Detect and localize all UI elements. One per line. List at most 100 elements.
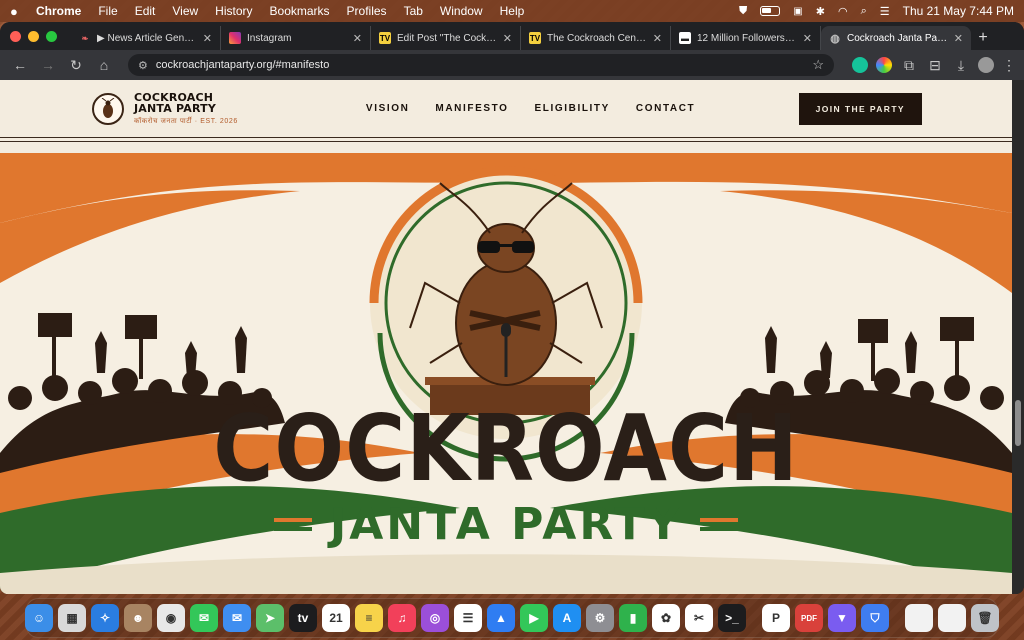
safari-icon[interactable]: ✧ — [91, 604, 119, 632]
vpn-status-icon[interactable]: ⛊ — [739, 5, 747, 18]
tab-close-icon[interactable]: ✕ — [203, 32, 212, 45]
tab-close-icon[interactable]: ✕ — [653, 32, 662, 45]
battery-icon[interactable] — [760, 6, 781, 16]
menu-help[interactable]: Help — [500, 4, 525, 18]
podcasts-icon[interactable]: ◎ — [421, 604, 449, 632]
document-icon[interactable] — [905, 604, 933, 632]
minimize-window-button[interactable] — [28, 30, 39, 42]
back-button[interactable]: ← — [8, 53, 32, 77]
menu-file[interactable]: File — [98, 4, 117, 18]
site-logo[interactable]: COCKROACH JANTA PARTY कॉकरोच जनता पार्टी… — [134, 92, 238, 126]
document-2-icon[interactable] — [938, 604, 966, 632]
home-button[interactable]: ⌂ — [92, 53, 116, 77]
tab-edit-post[interactable]: TV Edit Post "The Cockroach ✕ — [371, 26, 521, 50]
nav-eligibility[interactable]: ELIGIBILITY — [535, 103, 610, 114]
pages-icon[interactable]: P — [762, 604, 790, 632]
tricolor-stripes-left — [273, 518, 312, 531]
menu-profiles[interactable]: Profiles — [347, 4, 387, 18]
tab-label: ▶ News Article Generator — [97, 32, 197, 44]
new-tab-button[interactable]: + — [971, 26, 995, 50]
color-extension-icon[interactable] — [876, 57, 892, 73]
system-settings-icon[interactable]: ⚙ — [586, 604, 614, 632]
tab-close-icon[interactable]: ✕ — [503, 32, 512, 45]
screen-icon[interactable]: ▣ — [793, 6, 802, 17]
tab-cockroach-censor[interactable]: TV The Cockroach Censor: W ✕ — [521, 26, 671, 50]
notes-icon[interactable]: ≡ — [355, 604, 383, 632]
cockroach-logo-icon[interactable] — [92, 92, 124, 125]
chrome-window: ❧ ▶ News Article Generator ✕ Instagram ✕… — [0, 22, 1024, 594]
app-store-icon[interactable]: A — [553, 604, 581, 632]
extensions-puzzle-icon[interactable]: ⧉ — [900, 53, 918, 77]
apple-menu-icon[interactable]: ● — [10, 4, 24, 19]
hero-title: COCKROACH — [213, 396, 799, 503]
tab-favicon-icon: TV — [529, 32, 541, 44]
profile-avatar[interactable] — [978, 57, 994, 73]
page-scrollbar[interactable] — [1012, 80, 1024, 594]
keynote-icon[interactable]: ▲ — [487, 604, 515, 632]
spotlight-search-icon[interactable]: ⌕ — [861, 5, 867, 18]
tab-news-article-generator[interactable]: ❧ ▶ News Article Generator ✕ — [71, 26, 221, 50]
control-center-icon[interactable]: ☰ — [880, 5, 890, 18]
vpn-app-icon[interactable]: ▼ — [828, 604, 856, 632]
photos-icon[interactable]: ✿ — [652, 604, 680, 632]
bluetooth-icon[interactable]: ✱ — [816, 5, 825, 18]
shield-app-icon[interactable]: ⛉ — [861, 604, 889, 632]
mail-icon[interactable]: ✉ — [223, 604, 251, 632]
messages-icon[interactable]: ✉ — [190, 604, 218, 632]
reload-button[interactable]: ↻ — [64, 53, 88, 77]
bookmark-star-icon[interactable]: ☆ — [812, 57, 824, 73]
contacts-icon[interactable]: ☻ — [124, 604, 152, 632]
finder-icon[interactable]: ☺ — [25, 604, 53, 632]
reminders-icon[interactable]: ☰ — [454, 604, 482, 632]
menubar-clock[interactable]: Thu 21 May 7:44 PM — [903, 4, 1014, 18]
tv-icon[interactable]: tv — [289, 604, 317, 632]
launchpad-icon[interactable]: ▦ — [58, 604, 86, 632]
site-info-icon[interactable]: ⚙ — [138, 59, 148, 72]
grammarly-extension-icon[interactable] — [852, 57, 868, 73]
menu-window[interactable]: Window — [440, 4, 483, 18]
tab-label: The Cockroach Censor: W — [547, 32, 647, 44]
tab-search-icon[interactable]: ⊟ — [926, 53, 944, 77]
close-window-button[interactable] — [10, 30, 21, 42]
menu-view[interactable]: View — [172, 4, 198, 18]
terminal-icon[interactable]: >_ — [718, 604, 746, 632]
logo-subtitle: कॉकरोच जनता पार्टी · EST. 2026 — [134, 117, 238, 125]
tab-close-icon[interactable]: ✕ — [353, 32, 362, 45]
menu-history[interactable]: History — [215, 4, 252, 18]
forward-button[interactable]: → — [36, 53, 60, 77]
address-bar-url[interactable]: cockroachjantaparty.org/#manifesto — [156, 59, 812, 71]
nav-vision[interactable]: VISION — [366, 103, 410, 114]
pdf-app-icon[interactable]: PDF — [795, 604, 823, 632]
menu-edit[interactable]: Edit — [135, 4, 156, 18]
menu-bookmarks[interactable]: Bookmarks — [270, 4, 330, 18]
menu-app-name[interactable]: Chrome — [36, 4, 81, 18]
menu-tab[interactable]: Tab — [404, 4, 423, 18]
tab-cockroach-janta-party[interactable]: ◍ Cockroach Janta Party – ✕ — [821, 26, 971, 50]
hero-subtitle: JANTA PARTY — [329, 499, 683, 550]
chrome-icon[interactable]: ◉ — [157, 604, 185, 632]
tab-12-million-followers[interactable]: ▬ 12 Million Followers in 4 ✕ — [671, 26, 821, 50]
mac-menubar: ● Chrome File Edit View History Bookmark… — [0, 0, 1024, 22]
music-icon[interactable]: ♫ — [388, 604, 416, 632]
scrollbar-thumb[interactable] — [1015, 400, 1021, 446]
nav-manifesto[interactable]: MANIFESTO — [435, 103, 508, 114]
address-bar[interactable]: ⚙ cockroachjantaparty.org/#manifesto ☆ — [128, 54, 834, 76]
trash-icon[interactable]: 🗑 — [971, 604, 999, 632]
tab-label: Edit Post "The Cockroach — [397, 32, 497, 44]
numbers-icon[interactable]: ▮ — [619, 604, 647, 632]
facetime-icon[interactable]: ▶ — [520, 604, 548, 632]
maps-icon[interactable]: ➤ — [256, 604, 284, 632]
site-nav: VISION MANIFESTO ELIGIBILITY CONTACT — [366, 103, 695, 114]
extension-icons: ⧉ ⊟ ⤓ ⋮ — [846, 53, 1016, 77]
chrome-menu-icon[interactable]: ⋮ — [1002, 53, 1016, 77]
download-icon[interactable]: ⤓ — [952, 53, 970, 77]
tab-instagram[interactable]: Instagram ✕ — [221, 26, 371, 50]
tab-close-icon[interactable]: ✕ — [954, 32, 963, 45]
join-the-party-button[interactable]: JOIN THE PARTY — [798, 92, 922, 125]
capcut-icon[interactable]: ✂ — [685, 604, 713, 632]
nav-contact[interactable]: CONTACT — [636, 103, 695, 114]
tab-close-icon[interactable]: ✕ — [803, 32, 812, 45]
calendar-icon[interactable]: 21 — [322, 604, 350, 632]
zoom-window-button[interactable] — [46, 30, 57, 42]
wifi-icon[interactable]: ◠ — [838, 5, 848, 18]
